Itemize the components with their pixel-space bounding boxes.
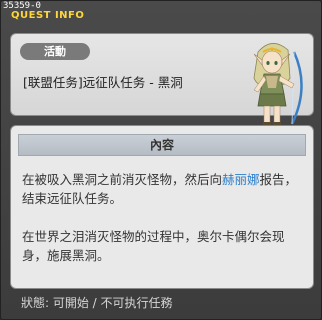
quest-content-panel: 內容 在被吸入黑洞之前消灭怪物，然后向赫丽娜报告，结束远征队任务。 在世界之泪消… (10, 125, 314, 289)
description-text: 在被吸入黑洞之前消灭怪物，然后向 (22, 172, 223, 187)
quest-info-window: 35359-0 QUEST INFO 活動 [联盟任务]远征队任务 - 黑洞 內… (0, 0, 322, 320)
description-paragraph-2: 在世界之泪消灭怪物的过程中，奥尔卡偶尔会现身，施展黑洞。 (22, 229, 285, 263)
content-heading: 內容 (18, 134, 306, 156)
title-bar[interactable]: 35359-0 QUEST INFO (1, 1, 321, 23)
quest-name: [联盟任务]远征队任务 - 黑洞 (23, 75, 183, 90)
description-paragraph-1: 在被吸入黑洞之前消灭怪物，然后向赫丽娜报告，结束远征队任务。 (22, 170, 308, 208)
quest-header-panel: 活動 [联盟任务]远征队任务 - 黑洞 (10, 33, 314, 136)
activity-badge: 活動 (20, 43, 90, 60)
window-title: QUEST INFO (11, 10, 85, 21)
npc-portrait (253, 43, 303, 136)
quest-description: 在被吸入黑洞之前消灭怪物，然后向赫丽娜报告，结束远征队任务。 在世界之泪消灭怪物… (22, 170, 308, 265)
quest-status: 狀態: 可開始 / 不可执行任務 (21, 296, 173, 310)
npc-name-link[interactable]: 赫丽娜 (222, 172, 260, 187)
